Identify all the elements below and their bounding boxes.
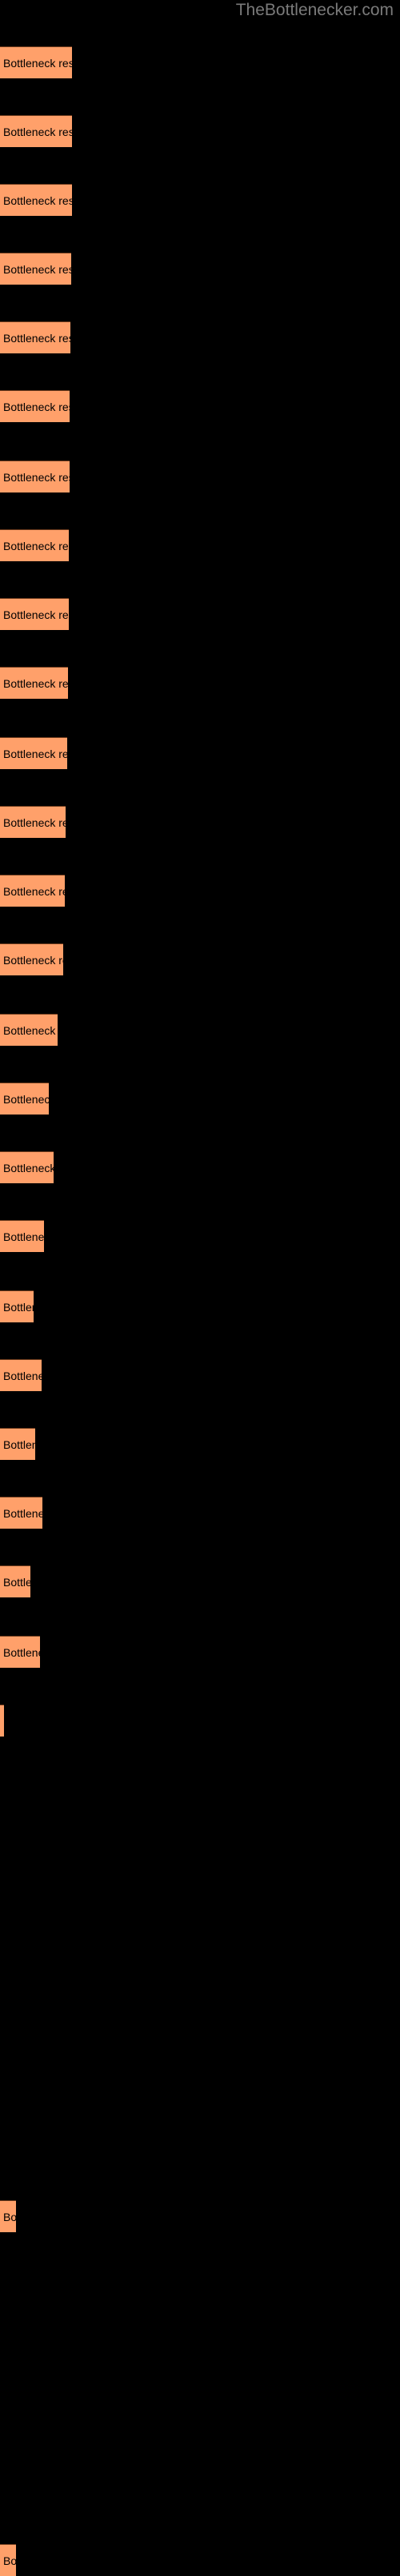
bar-label: Bottleneck result [3, 540, 69, 552]
bar-segment[interactable]: Bottleneck result [0, 390, 70, 422]
bar-row: Bottleneck result [0, 184, 400, 216]
bar-segment[interactable]: Bottleneck result [0, 1083, 49, 1115]
bar-row: Bottleneck result [0, 598, 400, 630]
bar-row: Bottleneck result [0, 875, 400, 907]
bar-segment[interactable]: Bottleneck result [0, 737, 67, 769]
bar-segment[interactable]: Bottleneck result [0, 1359, 42, 1391]
bar-label: Bottleneck result [3, 401, 70, 413]
bar-label: Bottleneck result [3, 748, 67, 760]
bar-label: Bottleneck result [3, 1093, 49, 1106]
bar-label: Bottleneck result [3, 1438, 35, 1451]
bar-row: Bottleneck result [0, 390, 400, 422]
bar-segment[interactable]: Bottleneck result [0, 1705, 4, 1737]
bar-row: Bottleneck result [0, 943, 400, 975]
bar-row: Bottleneck result [0, 46, 400, 78]
bar-row: Bottleneck result [0, 2200, 400, 2232]
bar-label: Bottleneck result [3, 1705, 4, 1737]
bar-row: Bottleneck result [0, 321, 400, 353]
bar-segment[interactable]: Bottleneck result [0, 115, 72, 147]
bar-segment[interactable]: Bottleneck result [0, 1151, 54, 1183]
bar-row: Bottleneck result [0, 667, 400, 699]
bar-row: Bottleneck result [0, 1428, 400, 1460]
bar-label: Bottleneck result [3, 194, 72, 207]
bar-segment[interactable]: Bottleneck result [0, 184, 72, 216]
bar-segment[interactable]: Bottleneck result [0, 1014, 58, 1046]
bar-segment[interactable]: Bottleneck result [0, 1428, 35, 1460]
bar-segment[interactable]: Bottleneck result [0, 529, 69, 561]
bar-row: Bottleneck result [0, 1290, 400, 1322]
bar-segment[interactable]: Bottleneck result [0, 875, 65, 907]
bar-label: Bottleneck result [3, 954, 63, 967]
bar-segment[interactable]: Bottleneck result [0, 2544, 16, 2576]
bar-label: Bottleneck result [3, 126, 72, 138]
bar-label: Bottleneck result [3, 1230, 44, 1243]
bar-segment[interactable]: Bottleneck result [0, 2200, 16, 2232]
bar-segment[interactable]: Bottleneck result [0, 1565, 30, 1597]
bar-row: Bottleneck result [0, 1705, 400, 1737]
bar-segment[interactable]: Bottleneck result [0, 321, 70, 353]
bar-row: Bottleneck result [0, 1083, 400, 1115]
bar-segment[interactable]: Bottleneck result [0, 598, 69, 630]
bar-row: Bottleneck result [0, 2544, 400, 2576]
bar-row: Bottleneck result [0, 115, 400, 147]
bar-row: Bottleneck result [0, 1220, 400, 1252]
bar-label: Bottleneck result [3, 1576, 30, 1589]
bar-label: Bottleneck result [3, 885, 65, 898]
bar-segment[interactable]: Bottleneck result [0, 46, 72, 78]
bar-label: Bottleneck result [3, 1162, 54, 1174]
bar-segment[interactable]: Bottleneck result [0, 1497, 42, 1529]
bar-label: Bottleneck result [3, 1507, 42, 1520]
bar-row: Bottleneck result [0, 461, 400, 492]
bar-segment[interactable]: Bottleneck result [0, 461, 70, 492]
bar-row: Bottleneck result [0, 1565, 400, 1597]
bar-label: Bottleneck result [3, 1646, 40, 1659]
bar-segment[interactable]: Bottleneck result [0, 806, 66, 838]
bar-label: Bottleneck result [3, 816, 66, 829]
bar-row: Bottleneck result [0, 1636, 400, 1668]
bar-row: Bottleneck result [0, 529, 400, 561]
bar-row: Bottleneck result [0, 253, 400, 285]
bar-label: Bottleneck result [3, 608, 69, 621]
bar-row: Bottleneck result [0, 806, 400, 838]
bar-label: Bottleneck result [3, 677, 68, 690]
bar-segment[interactable]: Bottleneck result [0, 253, 71, 285]
bar-label: Bottleneck result [3, 332, 70, 345]
bar-row: Bottleneck result [0, 1014, 400, 1046]
bar-label: Bottleneck result [3, 2211, 16, 2223]
bar-segment[interactable]: Bottleneck result [0, 1290, 34, 1322]
bar-label: Bottleneck result [3, 1024, 58, 1037]
bar-label: Bottleneck result [3, 263, 71, 276]
bar-label: Bottleneck result [3, 471, 70, 484]
bar-row: Bottleneck result [0, 1497, 400, 1529]
bar-chart-root: TheBottlenecker.com Bottleneck result Bot… [0, 0, 400, 2576]
bar-label: Bottleneck result [3, 2554, 16, 2567]
bar-segment[interactable]: Bottleneck result [0, 667, 68, 699]
bar-segment[interactable]: Bottleneck result [0, 1636, 40, 1668]
site-title: TheBottlenecker.com [235, 1, 394, 19]
bar-segment[interactable]: Bottleneck result [0, 1220, 44, 1252]
bar-row: Bottleneck result [0, 1151, 400, 1183]
bar-label: Bottleneck result [3, 1370, 42, 1382]
bar-segment[interactable]: Bottleneck result [0, 943, 63, 975]
bar-row: Bottleneck result [0, 737, 400, 769]
bar-label: Bottleneck result [3, 1301, 34, 1314]
bar-row: Bottleneck result [0, 1359, 400, 1391]
bar-label: Bottleneck result [3, 57, 72, 70]
